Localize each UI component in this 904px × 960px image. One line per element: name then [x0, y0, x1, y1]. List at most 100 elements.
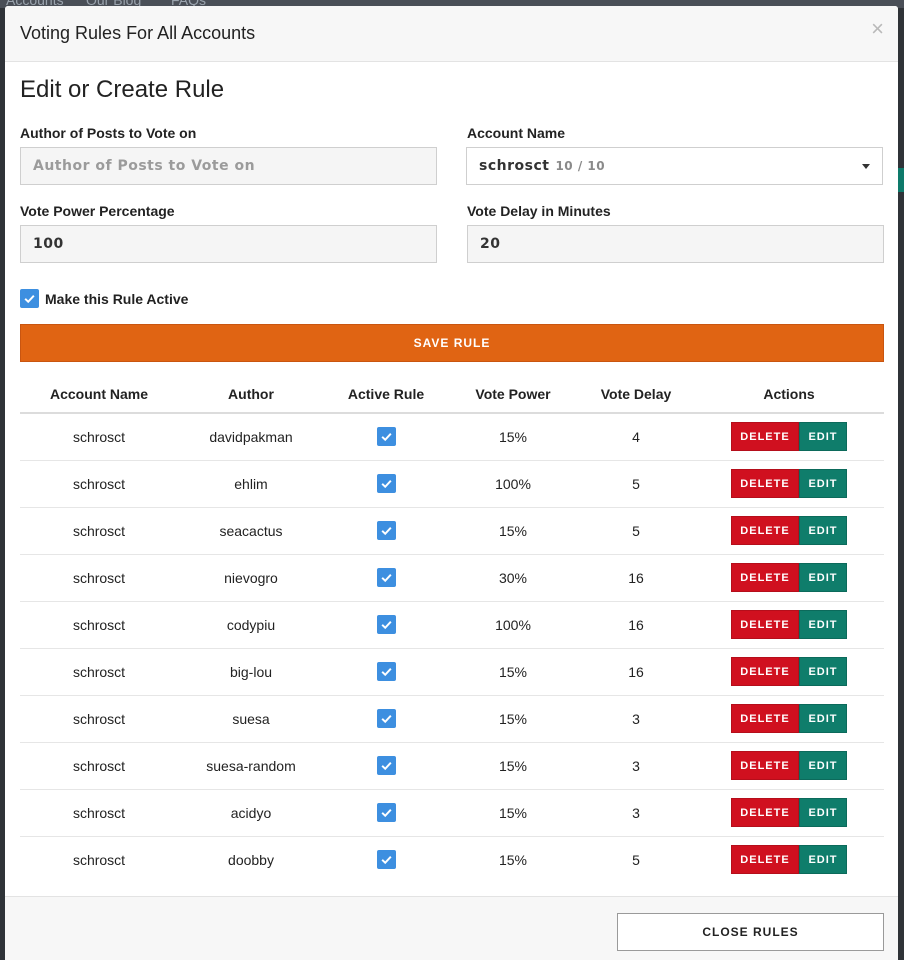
rules-table-body: schrosct davidpakman 15% 4 DELETE EDIT schrosc… [20, 413, 884, 883]
header-delay[interactable]: Vote Delay [578, 376, 694, 414]
row-delay: 5 [632, 851, 640, 868]
row-delay: 3 [578, 789, 694, 837]
header-actions: Actions [694, 376, 884, 414]
table-row: schrosct doobby 15% 5 DELETE EDIT [20, 836, 884, 883]
header-power[interactable]: Vote Power [448, 376, 578, 414]
row-actions: DELETE EDIT [694, 648, 884, 696]
active-rule-row: Make this Rule Active [20, 289, 188, 308]
row-active-checkbox[interactable] [376, 803, 396, 822]
author-label: Author of Posts to Vote on [20, 125, 197, 141]
edit-button[interactable]: EDIT [799, 563, 847, 592]
check-icon [380, 574, 392, 583]
author-field[interactable] [20, 147, 437, 185]
row-account: schrosct [20, 742, 178, 790]
account-select[interactable]: schrosct 10 / 10 [466, 147, 883, 185]
row-active-checkbox[interactable] [376, 850, 396, 870]
delete-button[interactable]: DELETE [731, 751, 799, 780]
row-author: acidyo [178, 789, 324, 837]
row-power: 15% [448, 742, 578, 790]
check-icon [380, 527, 392, 536]
table-row: schrosct suesa-random 15% 3 DELETE EDIT [20, 742, 884, 790]
row-account: schrosct [20, 695, 178, 743]
delay-value: 20 [480, 236, 501, 252]
check-icon [380, 668, 392, 677]
header-author[interactable]: Author [178, 376, 324, 414]
edit-button[interactable]: EDIT [799, 422, 847, 452]
close-rules-button[interactable]: CLOSE RULES [617, 913, 884, 951]
delete-button[interactable]: DELETE [731, 422, 799, 452]
row-actions: DELETE EDIT [694, 601, 884, 649]
active-rule-checkbox[interactable] [20, 289, 39, 308]
row-account: schrosct [20, 413, 178, 461]
row-delay: 16 [578, 601, 694, 649]
row-author: nievogro [178, 554, 324, 602]
edit-button[interactable]: EDIT [799, 751, 847, 780]
check-icon [24, 295, 35, 304]
table-row: schrosct big-lou 15% 16 DELETE EDIT [20, 648, 884, 696]
header-active[interactable]: Active Rule [324, 376, 448, 414]
row-power: 100% [448, 460, 578, 508]
edit-button[interactable]: EDIT [799, 704, 847, 733]
row-author: seacactus [178, 507, 324, 555]
check-icon [380, 762, 392, 771]
delete-button[interactable]: DELETE [731, 704, 799, 733]
delete-button[interactable]: DELETE [731, 798, 799, 827]
row-active-checkbox[interactable] [376, 568, 396, 587]
edit-button[interactable]: EDIT [799, 469, 847, 498]
row-actions: DELETE EDIT [694, 554, 884, 602]
close-icon[interactable]: × [871, 18, 884, 40]
active-rule-label: Make this Rule Active [45, 290, 189, 307]
edit-button[interactable]: EDIT [799, 516, 847, 545]
table-row: schrosct davidpakman 15% 4 DELETE EDIT [20, 413, 884, 461]
modal-header: Voting Rules For All Accounts × [5, 6, 898, 62]
row-active-checkbox[interactable] [376, 709, 396, 728]
edit-button[interactable]: EDIT [799, 610, 847, 639]
row-active [324, 789, 448, 837]
row-actions: DELETE EDIT [694, 460, 884, 508]
check-icon [380, 480, 392, 489]
row-active-checkbox[interactable] [376, 427, 396, 447]
row-active-checkbox[interactable] [376, 521, 396, 540]
row-active-checkbox[interactable] [376, 756, 396, 775]
table-row: schrosct acidyo 15% 3 DELETE EDIT [20, 789, 884, 837]
edit-button[interactable]: EDIT [799, 845, 847, 875]
row-actions: DELETE EDIT [694, 413, 884, 461]
save-rule-button[interactable]: SAVE RULE [20, 324, 884, 362]
header-account[interactable]: Account Name [20, 376, 178, 414]
delete-button[interactable]: DELETE [731, 516, 799, 545]
row-actions: DELETE EDIT [694, 836, 884, 883]
row-delay: 3 [578, 695, 694, 743]
table-row: schrosct ehlim 100% 5 DELETE EDIT [20, 460, 884, 508]
edit-button[interactable]: EDIT [799, 657, 847, 686]
delay-field[interactable]: 20 [467, 225, 884, 263]
power-field[interactable]: 100 [20, 225, 437, 263]
row-delay: 3 [578, 742, 694, 790]
delete-button[interactable]: DELETE [731, 563, 799, 592]
delete-button[interactable]: DELETE [731, 657, 799, 686]
delay-label: Vote Delay in Minutes [467, 203, 611, 219]
edit-button[interactable]: EDIT [799, 798, 847, 827]
row-delay: 16 [578, 648, 694, 696]
delete-button[interactable]: DELETE [731, 469, 799, 498]
row-delay: 5 [578, 507, 694, 555]
author-input[interactable] [33, 158, 424, 174]
check-icon [380, 433, 392, 442]
row-author: suesa-random [178, 742, 324, 790]
row-active-checkbox[interactable] [376, 474, 396, 493]
row-power: 15% [448, 695, 578, 743]
delete-button[interactable]: DELETE [731, 845, 799, 875]
modal-footer: CLOSE RULES [5, 896, 898, 960]
row-account: schrosct [20, 554, 178, 602]
row-author: codypiu [178, 601, 324, 649]
delete-button[interactable]: DELETE [731, 610, 799, 639]
row-delay: 4 [578, 413, 694, 461]
background-right-edge [898, 8, 904, 960]
voting-rules-modal: Voting Rules For All Accounts × Edit or … [5, 6, 898, 960]
caret-down-icon [862, 164, 870, 169]
row-active-checkbox[interactable] [376, 662, 396, 681]
background-teal-strip [898, 168, 904, 192]
row-active [324, 742, 448, 790]
table-header-row: Account Name Author Active Rule Vote Pow… [20, 376, 884, 414]
row-active-checkbox[interactable] [376, 615, 396, 634]
row-account: schrosct [20, 648, 178, 696]
